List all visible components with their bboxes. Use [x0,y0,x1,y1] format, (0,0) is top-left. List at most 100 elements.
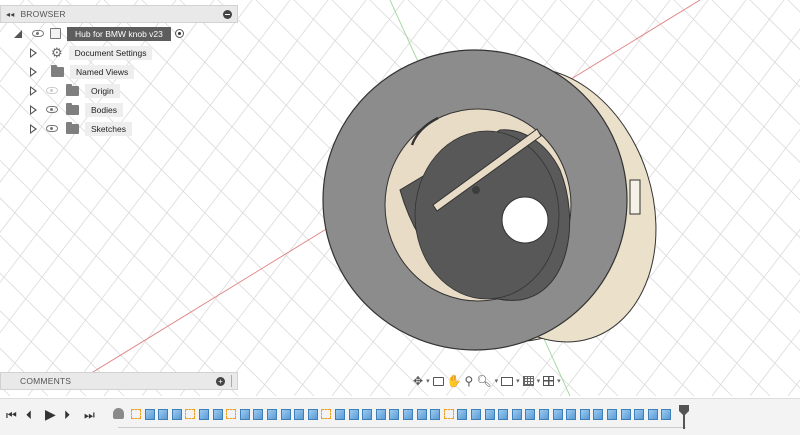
timeline-body-icon[interactable] [389,409,400,420]
timeline-body-icon[interactable] [362,409,373,420]
zoom-menu-chevron-icon[interactable]: ▾ [495,377,499,385]
tree-item-named-views[interactable]: Named Views [30,63,135,80]
visibility-eye-icon[interactable] [46,87,58,94]
timeline-body-icon[interactable] [416,409,427,420]
timeline-body-icon[interactable] [566,409,577,420]
add-comment-icon[interactable]: + [216,376,225,386]
tree-item-label: Document Settings [68,45,153,60]
timeline-marker-icon[interactable] [679,405,689,429]
timeline-body-icon[interactable] [634,409,645,420]
look-at-icon[interactable] [432,376,444,386]
timeline-body-icon[interactable] [511,409,522,420]
timeline-body-icon[interactable] [280,409,291,420]
orbit-icon[interactable]: ✥ [413,374,423,388]
timeline-body-icon[interactable] [403,409,413,420]
timeline-body-icon[interactable] [294,409,305,420]
panel-options-icon[interactable] [223,9,232,19]
timeline-body-icon[interactable] [199,409,209,420]
zoom-window-icon[interactable]: ⚲ [465,374,474,388]
tree-item-label: Sketches [85,121,132,136]
timeline-body-icon[interactable] [430,409,441,420]
timeline-sketch-icon[interactable] [321,409,332,419]
expand-icon[interactable] [30,104,37,115]
tree-root-row[interactable]: Hub for BMW knob v23 [14,25,184,42]
skip-start-icon[interactable]: ⏮ [6,408,17,423]
tree-item-sketches[interactable]: Sketches [30,120,132,137]
browser-title: BROWSER [20,9,66,19]
visibility-eye-icon[interactable] [32,30,44,37]
root-component-label[interactable]: Hub for BMW knob v23 [67,26,171,41]
tree-item-bodies[interactable]: Bodies [30,101,123,118]
comments-divider-icon[interactable] [231,375,232,387]
expand-icon[interactable] [30,85,37,96]
timeline-body-icon[interactable] [484,409,495,420]
timeline-body-icon[interactable] [253,409,264,420]
tree-item-label: Named Views [70,64,135,79]
comments-panel: COMMENTS + [0,372,238,390]
viewports-icon[interactable] [543,376,555,386]
visibility-eye-icon[interactable] [46,125,58,132]
center-pin [472,186,480,194]
viewports-menu-chevron-icon[interactable]: ▾ [557,377,561,385]
expand-root-icon[interactable] [14,29,22,38]
tree-item-origin[interactable]: Origin [30,82,120,99]
timeline-body-icon[interactable] [375,409,386,420]
component-icon [50,28,61,39]
expand-icon[interactable] [30,47,37,58]
timeline-body-icon[interactable] [239,409,250,420]
timeline-body-icon[interactable] [335,409,345,420]
pan-icon[interactable]: ✋ [447,374,462,388]
step-back-icon[interactable]: ⏴ [26,408,32,423]
timeline-body-icon[interactable] [607,409,617,420]
timeline-body-icon[interactable] [158,409,169,420]
hub-part-body[interactable] [322,40,690,371]
expand-icon[interactable] [30,66,37,77]
timeline-body-icon[interactable] [620,409,631,420]
through-hole [501,196,549,244]
fit-icon[interactable]: 🔍︎ [476,374,491,388]
timeline-body-icon[interactable] [647,409,658,420]
folder-icon [66,121,79,134]
comments-header[interactable]: COMMENTS + [0,372,238,390]
tree-item-document-settings[interactable]: ⚙ Document Settings [30,44,153,61]
timeline-body-icon[interactable] [661,409,672,420]
timeline-body-icon[interactable] [525,409,536,420]
timeline-body-icon[interactable] [471,409,481,420]
comments-title: COMMENTS [20,376,72,386]
expand-icon[interactable] [30,123,37,134]
orbit-menu-chevron-icon[interactable]: ▾ [426,377,430,385]
grid-menu-chevron-icon[interactable]: ▾ [537,377,541,385]
gear-icon: ⚙ [51,45,63,60]
step-forward-icon[interactable]: ⏵ [64,408,70,423]
play-icon[interactable]: ▶ [45,406,56,423]
browser-header[interactable]: ◂◂ BROWSER [0,5,238,23]
timeline-bar: ⏮ ⏴ ▶ ⏵ ⏭ [0,398,800,435]
timeline-body-icon[interactable] [579,409,590,420]
timeline-body-icon[interactable] [212,409,223,420]
3d-viewport[interactable]: ◂◂ BROWSER Hub for BMW knob v23 ⚙ Docume… [0,0,800,396]
timeline-body-icon[interactable] [348,409,359,420]
display-menu-chevron-icon[interactable]: ▾ [516,377,520,385]
timeline-sketch-icon[interactable] [131,409,141,419]
timeline-sketch-icon[interactable] [185,409,196,419]
timeline-body-icon[interactable] [552,409,563,420]
timeline-body-icon[interactable] [307,409,318,420]
folder-icon [51,64,64,77]
timeline-body-icon[interactable] [144,409,155,420]
folder-icon [66,83,79,96]
grid-icon[interactable] [522,376,534,386]
timeline-body-icon[interactable] [593,409,604,420]
timeline-body-icon[interactable] [539,409,549,420]
skip-end-icon[interactable]: ⏭ [84,408,95,423]
display-settings-icon[interactable] [501,376,514,386]
timeline-body-icon[interactable] [498,409,509,420]
timeline-origin-icon[interactable] [113,408,124,419]
visibility-eye-icon[interactable] [46,106,58,113]
collapse-panel-icon[interactable]: ◂◂ [6,10,14,19]
timeline-sketch-icon[interactable] [226,409,237,419]
timeline-body-icon[interactable] [171,409,182,420]
timeline-body-icon[interactable] [457,409,468,420]
timeline-sketch-icon[interactable] [443,409,454,419]
activate-component-icon[interactable] [174,29,184,38]
timeline-body-icon[interactable] [267,409,277,420]
